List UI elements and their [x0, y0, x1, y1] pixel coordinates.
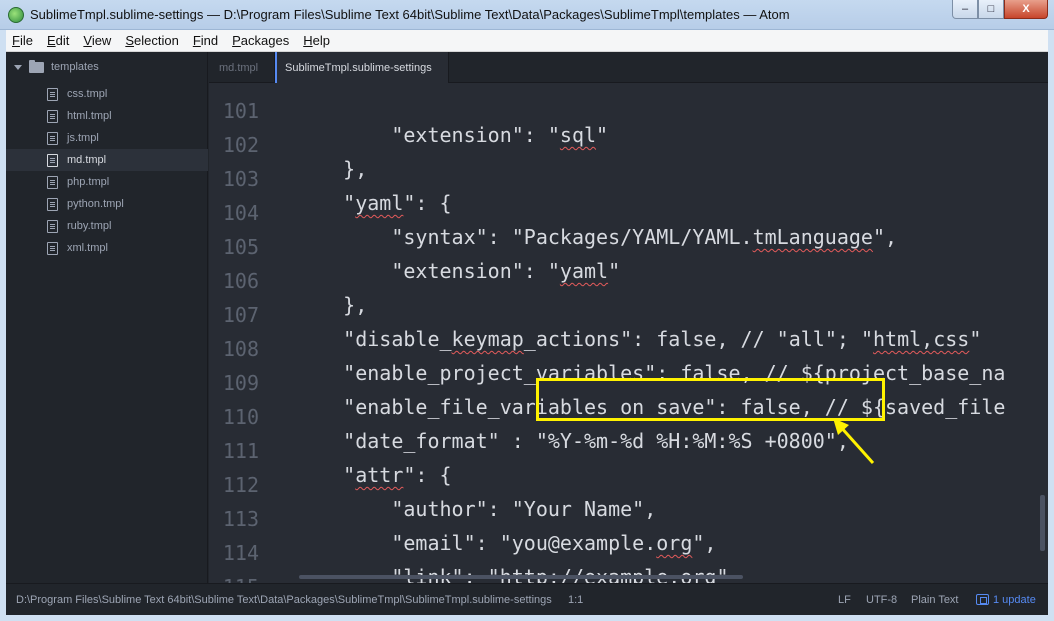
code-line: 106 }, [209, 245, 1048, 317]
file-icon [47, 241, 58, 255]
tree-file-html[interactable]: html.tmpl [6, 105, 208, 127]
tab-md-tmpl[interactable]: md.tmpl [209, 52, 273, 83]
file-label: js.tmpl [67, 132, 99, 144]
tree-file-js[interactable]: js.tmpl [6, 127, 208, 149]
status-update-link[interactable]: 1 update [993, 594, 1036, 606]
tree-file-python[interactable]: python.tmpl [6, 193, 208, 215]
code-line: 112 "author": "Your Name", [209, 449, 1048, 521]
code-line: 105 "extension": "yaml" [209, 211, 1048, 283]
code-line: 108 "enable_project_variables": false, /… [209, 313, 1048, 385]
file-label: html.tmpl [67, 110, 112, 122]
tree-file-ruby[interactable]: ruby.tmpl [6, 215, 208, 237]
maximize-button[interactable]: □ [978, 0, 1004, 19]
menu-bar: File Edit View Selection Find Packages H… [6, 30, 1048, 52]
file-icon [47, 175, 58, 189]
menu-find[interactable]: Find [191, 33, 220, 48]
tree-view: templates css.tmpl html.tmpl js.tmpl md.… [6, 52, 208, 583]
vertical-scrollbar[interactable] [1040, 495, 1045, 551]
status-cursor-position[interactable]: 1:1 [568, 594, 583, 606]
code-line: 113 "email": "you@example.org", [209, 483, 1048, 555]
tab-label: md.tmpl [219, 61, 259, 74]
file-icon [47, 153, 58, 167]
file-label: python.tmpl [67, 198, 124, 210]
chevron-down-icon [14, 64, 22, 70]
status-bar: D:\Program Files\Sublime Text 64bit\Subl… [6, 583, 1048, 615]
file-label: css.tmpl [67, 88, 108, 100]
window-controls: – □ X [952, 0, 1048, 20]
minimize-button[interactable]: – [952, 0, 978, 19]
atom-app-icon [8, 7, 24, 23]
file-icon [47, 197, 58, 211]
folder-label: templates [51, 61, 99, 73]
tree-file-css[interactable]: css.tmpl [6, 83, 208, 105]
horizontal-scrollbar[interactable] [299, 575, 743, 579]
code-line: 109 "enable_file_variables_on_save": fal… [209, 347, 1048, 419]
menu-packages[interactable]: Packages [230, 33, 291, 48]
code-line: 107 "disable_keymap_actions": false, // … [209, 279, 1048, 351]
file-icon [47, 219, 58, 233]
menu-file[interactable]: File [10, 33, 35, 48]
file-icon [47, 109, 58, 123]
window-title: SublimeTmpl.sublime-settings — D:\Progra… [30, 7, 790, 22]
file-label: md.tmpl [67, 154, 107, 166]
menu-help[interactable]: Help [301, 33, 332, 48]
tab-sublimetmpl-settings[interactable]: SublimeTmpl.sublime-settings [274, 52, 449, 84]
line-number: 115 [209, 575, 259, 583]
file-icon [47, 131, 58, 145]
tab-label: SublimeTmpl.sublime-settings [285, 62, 432, 74]
tree-file-xml[interactable]: xml.tmpl [6, 237, 208, 259]
tree-file-md[interactable]: md.tmpl [6, 149, 208, 171]
title-bar: SublimeTmpl.sublime-settings — D:\Progra… [0, 0, 1054, 30]
file-label: ruby.tmpl [67, 220, 112, 232]
close-button[interactable]: X [1004, 0, 1048, 19]
code-line: 114 "link": "http://example.org" [209, 517, 1048, 583]
menu-edit[interactable]: Edit [45, 33, 71, 48]
tree-file-php[interactable]: php.tmpl [6, 171, 208, 193]
status-grammar[interactable]: Plain Text [911, 594, 959, 606]
menu-view[interactable]: View [81, 33, 113, 48]
status-encoding[interactable]: UTF-8 [866, 594, 897, 606]
menu-selection[interactable]: Selection [123, 33, 180, 48]
file-label: php.tmpl [67, 176, 110, 188]
atom-workspace: templates css.tmpl html.tmpl js.tmpl md.… [6, 52, 1048, 615]
file-label: xml.tmpl [67, 242, 108, 254]
status-file-path[interactable]: D:\Program Files\Sublime Text 64bit\Subl… [16, 594, 552, 606]
code-line: 103 "yaml": { [209, 143, 1048, 215]
tab-bar: md.tmpl SublimeTmpl.sublime-settings [209, 52, 1048, 84]
folder-icon [29, 59, 44, 73]
tree-root-folder[interactable]: templates [14, 59, 99, 75]
code-line: 102 }, [209, 109, 1048, 181]
text-editor[interactable]: 101 "extension": "sql" 102 }, 103 "yaml"… [209, 83, 1048, 583]
package-update-icon [976, 594, 989, 605]
code-line: 101 "extension": "sql" [209, 83, 1048, 147]
file-icon [47, 87, 58, 101]
status-line-ending[interactable]: LF [838, 594, 851, 606]
annotation-arrow-icon [833, 418, 875, 465]
code-line: 104 "syntax": "Packages/YAML/YAML.tmLang… [209, 177, 1048, 249]
annotation-highlight-box [536, 378, 885, 421]
